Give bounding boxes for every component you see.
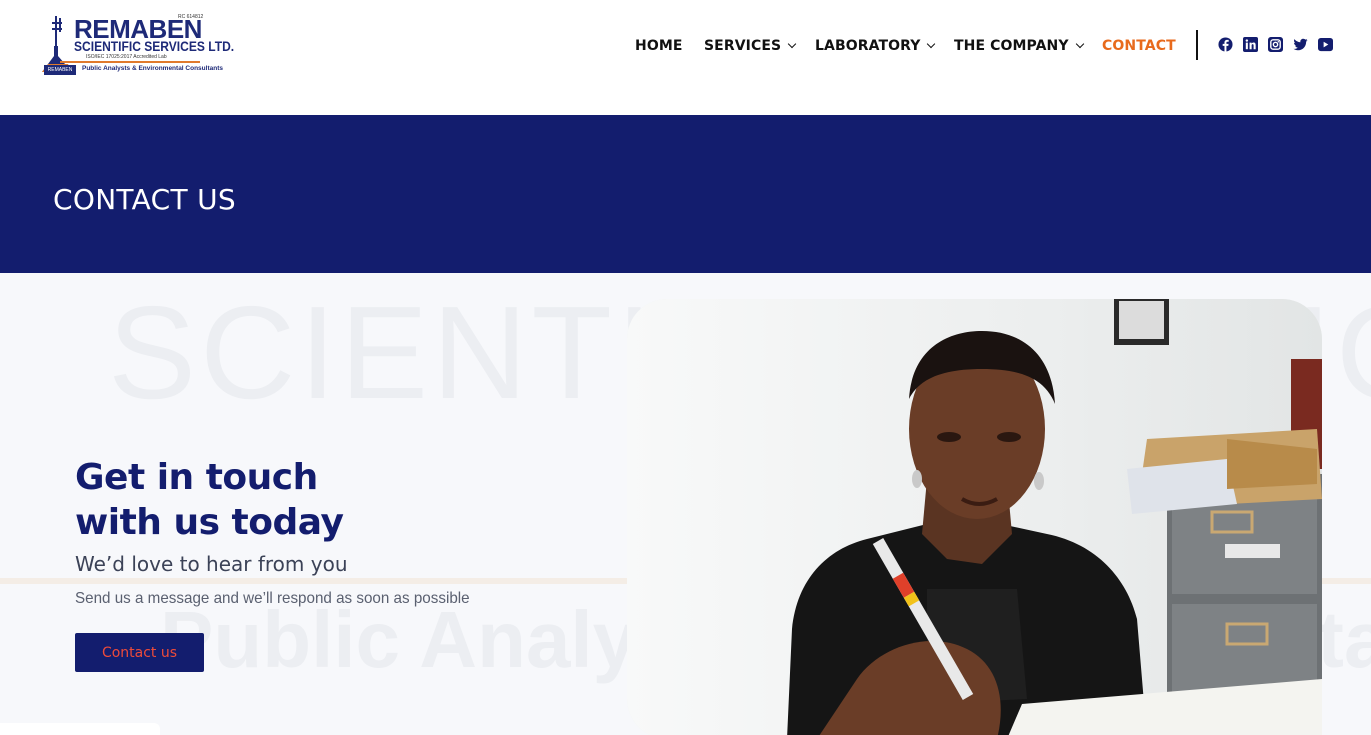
logo-subtitle: SCIENTIFIC SERVICES LTD. (74, 38, 235, 54)
linkedin-icon[interactable] (1243, 37, 1258, 52)
nav-divider (1196, 30, 1198, 60)
page-banner: CONTACT US (0, 115, 1371, 273)
nav-laboratory[interactable]: LABORATORY (815, 36, 936, 56)
nav-services[interactable]: SERVICES (704, 36, 797, 56)
logo-tagline: Public Analysts & Environmental Consulta… (82, 65, 223, 72)
nav-laboratory-label: LABORATORY (815, 38, 921, 54)
hero-heading-line-1: Get in touch (75, 457, 318, 498)
floating-corner-card (0, 723, 160, 735)
site-header: RC 614812 REMABEN SCIENTIFIC SERVICES LT… (0, 0, 1371, 115)
contact-hero-section: SCIENTIFIC SERVICES Public Analysts & En… (0, 273, 1371, 735)
hero-description: Send us a message and we’ll respond as s… (75, 590, 470, 607)
logo-iso-text: ISO/IEC 17025:2017 Accredited Lab (86, 54, 167, 60)
nav-home[interactable]: HOME (635, 36, 683, 56)
nav-home-label: HOME (635, 38, 683, 54)
nav-the-company[interactable]: THE COMPANY (954, 36, 1084, 56)
hero-photo (627, 299, 1322, 735)
chevron-down-icon (1075, 39, 1084, 49)
hero-subheading: We’d love to hear from you (75, 552, 348, 576)
youtube-icon[interactable] (1318, 37, 1333, 52)
nav-contact[interactable]: CONTACT (1102, 36, 1176, 56)
contact-us-button[interactable]: Contact us (75, 633, 204, 672)
page-title: CONTACT US (53, 183, 236, 216)
company-logo[interactable]: RC 614812 REMABEN SCIENTIFIC SERVICES LT… (42, 14, 234, 78)
hero-heading: Get in touch with us today (75, 455, 344, 545)
logo-divider (60, 61, 200, 63)
logo-badge: REMABEN (44, 65, 76, 75)
woman-writing-illustration (627, 299, 1322, 735)
nav-services-label: SERVICES (704, 38, 782, 54)
chevron-down-icon (927, 39, 936, 49)
facebook-icon[interactable] (1218, 37, 1233, 52)
instagram-icon[interactable] (1268, 37, 1283, 52)
nav-contact-label: CONTACT (1102, 38, 1176, 54)
hero-heading-line-2: with us today (75, 502, 344, 543)
nav-the-company-label: THE COMPANY (954, 38, 1069, 54)
twitter-icon[interactable] (1293, 37, 1308, 52)
chevron-down-icon (787, 39, 797, 49)
